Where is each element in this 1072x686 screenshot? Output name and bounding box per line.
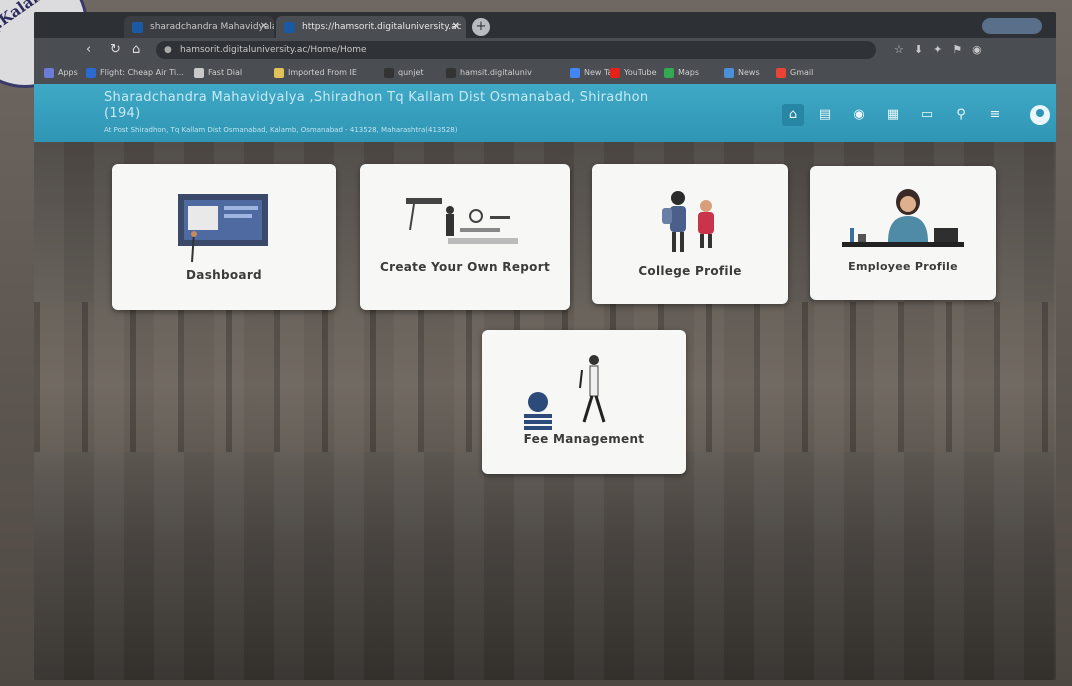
building-icon[interactable]: ▦	[882, 104, 904, 126]
close-tab-icon[interactable]: ✕	[260, 16, 268, 38]
bookmark-item[interactable]: Flight: Cheap Air Ti...	[86, 65, 184, 81]
fee-management-illustration-icon	[524, 355, 606, 430]
tile-fee-management[interactable]: Fee Management	[482, 330, 686, 474]
url-input[interactable]: ● hamsorit.digitaluniversity.ac/Home/Hom…	[156, 41, 876, 59]
dashboard-illustration-icon	[178, 194, 268, 263]
report-illustration-icon	[406, 198, 518, 244]
browser-profile-button[interactable]	[982, 18, 1042, 34]
tile-label: Dashboard	[186, 268, 262, 282]
tile-college-profile[interactable]: College Profile	[592, 164, 788, 304]
bookmark-label: qunjet	[398, 68, 424, 77]
home-browser-icon[interactable]: ⌂	[132, 41, 140, 59]
bookmark-favicon-icon	[44, 68, 54, 78]
bookmark-item[interactable]: Gmail	[776, 65, 813, 81]
tile-dashboard[interactable]: Dashboard	[112, 164, 336, 310]
bookmark-label: hamsit.digitaluniv	[460, 68, 532, 77]
tile-label: Employee Profile	[848, 260, 958, 273]
new-tab-button[interactable]: +	[472, 18, 490, 36]
favicon-icon	[284, 22, 295, 33]
browser-tab-active[interactable]: https://hamsorit.digitaluniversity.ac ✕	[276, 16, 466, 38]
tab-title: https://hamsorit.digitaluniversity.ac	[302, 22, 462, 32]
college-profile-illustration-icon	[662, 191, 714, 252]
tab-bar: sharadchandra Mahavidyalaya - Dashboard …	[34, 12, 1056, 38]
bookmark-item[interactable]: Apps	[44, 65, 78, 81]
bookmarks-bar: Apps Flight: Cheap Air Ti... Fast Dial Impo…	[34, 62, 1056, 85]
college-title: Sharadchandra Mahavidyalya ,Shiradhon Tq…	[104, 90, 744, 122]
user-icon[interactable]	[1030, 105, 1050, 125]
bookmark-favicon-icon	[86, 68, 96, 78]
college-address: At Post Shiradhon, Tq Kallam Dist Osmana…	[104, 126, 458, 134]
address-bar-row: ‹ ↻ ⌂ ● hamsorit.digitaluniversity.ac/Ho…	[34, 38, 1056, 62]
tile-label: Create Your Own Report	[380, 260, 550, 274]
main-content: Dashboard Create Your Own Report College…	[34, 142, 1056, 680]
lock-icon: ●	[164, 45, 172, 55]
bookmark-label: Apps	[58, 68, 78, 77]
reload-icon[interactable]: ↻	[110, 41, 121, 59]
bookmark-label: News	[738, 68, 760, 77]
bookmark-label: Gmail	[790, 68, 814, 77]
tab-title: sharadchandra Mahavidyalaya - Dashboard	[150, 22, 274, 32]
bookmark-label: YouTube	[624, 68, 657, 77]
bookmark-favicon-icon	[446, 68, 456, 78]
bookmark-favicon-icon	[384, 68, 394, 78]
bookmark-label: Maps	[678, 68, 700, 77]
book-icon[interactable]: ▤	[814, 104, 836, 126]
college-title-line2: (194)	[104, 106, 141, 121]
bookmark-favicon-icon	[664, 68, 674, 78]
bookmark-favicon-icon	[610, 68, 620, 78]
bookmark-label: Flight: Cheap Air Ti...	[100, 68, 184, 77]
bookmark-item[interactable]: Maps	[664, 65, 699, 81]
bookmark-item[interactable]: hamsit.digitaluniv	[446, 65, 532, 81]
bookmark-label: Fast Dial	[208, 68, 243, 77]
bookmark-item[interactable]: YouTube	[610, 65, 657, 81]
bookmark-favicon-icon	[776, 68, 786, 78]
tile-label: Fee Management	[523, 432, 645, 446]
bookmark-label: Imported From IE	[288, 68, 357, 77]
back-icon[interactable]: ‹	[86, 41, 91, 59]
extension-icons[interactable]: ☆⬇✦⚑◉	[894, 41, 992, 59]
browser-tab[interactable]: sharadchandra Mahavidyalaya - Dashboard …	[124, 16, 274, 38]
bookmark-item[interactable]: News	[724, 65, 760, 81]
bookmark-favicon-icon	[570, 68, 580, 78]
favicon-icon	[132, 22, 143, 33]
id-card-icon[interactable]: ▭	[916, 104, 938, 126]
chat-icon[interactable]: ◉	[848, 104, 870, 126]
home-icon[interactable]: ⌂	[782, 104, 804, 126]
tile-employee-profile[interactable]: Employee Profile	[810, 166, 996, 300]
bookmark-item[interactable]: Fast Dial	[194, 65, 242, 81]
site-header: Sharadchandra Mahavidyalya ,Shiradhon Tq…	[34, 84, 1056, 142]
bookmark-favicon-icon	[724, 68, 734, 78]
employee-profile-illustration-icon	[842, 189, 964, 247]
bookmark-favicon-icon	[194, 68, 204, 78]
close-tab-icon[interactable]: ✕	[452, 16, 460, 38]
url-text: hamsorit.digitaluniversity.ac/Home/Home	[180, 45, 367, 55]
menu-icon[interactable]: ≡	[984, 104, 1006, 126]
tile-label: College Profile	[638, 264, 742, 278]
tile-create-report[interactable]: Create Your Own Report	[360, 164, 570, 310]
bookmark-favicon-icon	[274, 68, 284, 78]
college-title-line1: Sharadchandra Mahavidyalya ,Shiradhon Tq…	[104, 90, 649, 105]
bookmark-item[interactable]: qunjet	[384, 65, 424, 81]
browser-window: sharadchandra Mahavidyalaya - Dashboard …	[34, 12, 1056, 680]
search-icon[interactable]: ⚲	[950, 104, 972, 126]
bookmark-item[interactable]: Imported From IE	[274, 65, 357, 81]
